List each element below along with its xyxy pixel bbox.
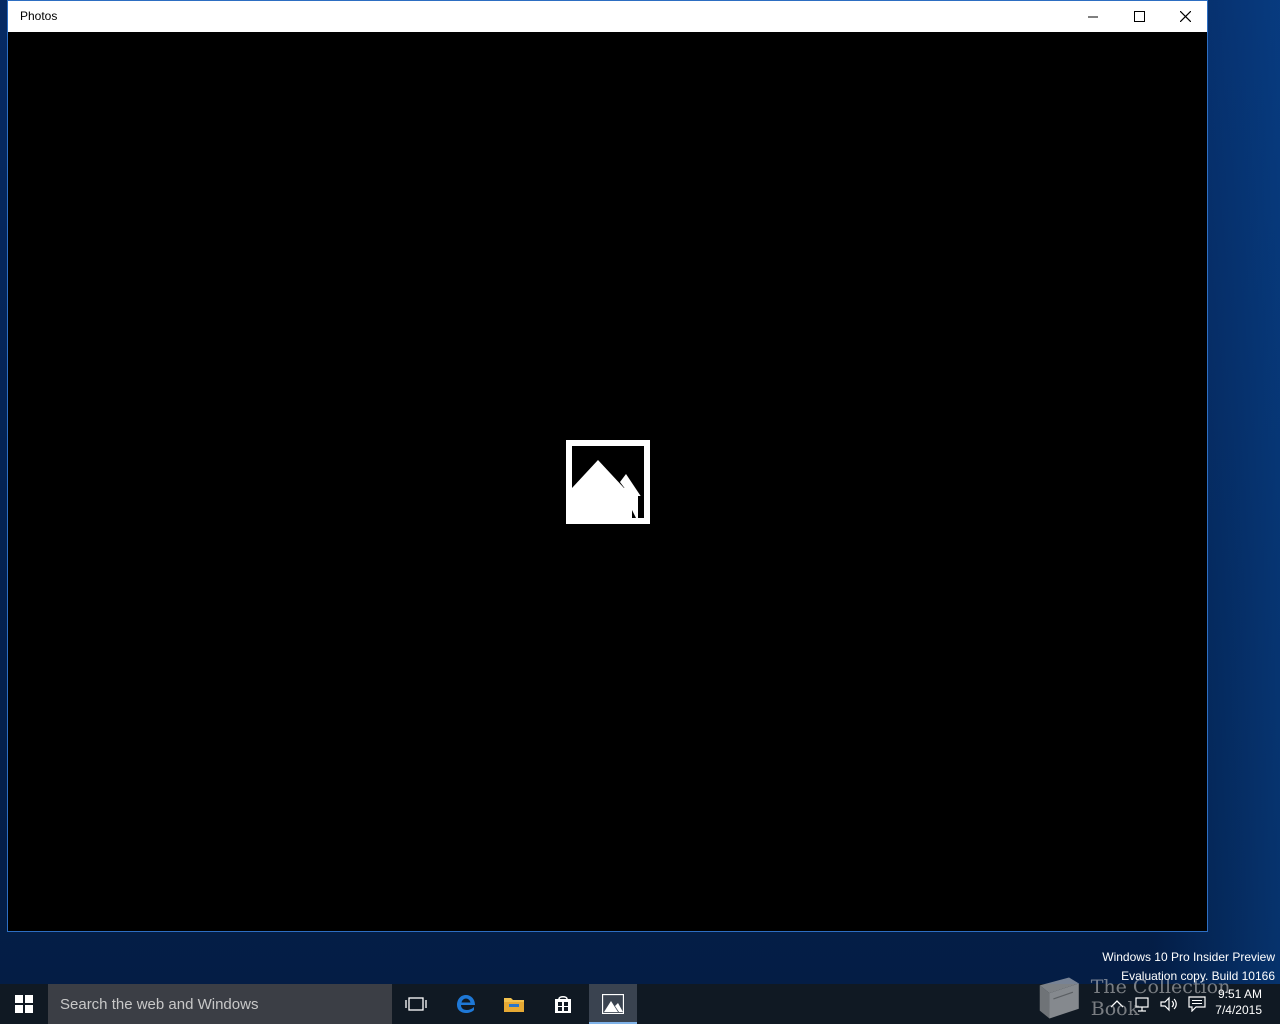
search-placeholder: Search the web and Windows — [60, 995, 259, 1013]
overlay-logo-text: The Collection Book — [1090, 976, 1231, 1020]
file-explorer-icon — [504, 998, 524, 1012]
photos-taskbar-button[interactable] — [589, 984, 637, 1024]
title-bar[interactable]: Photos — [8, 1, 1207, 32]
search-box[interactable]: Search the web and Windows — [48, 984, 392, 1024]
close-button[interactable] — [1162, 1, 1208, 32]
watermark-line-1: Windows 10 Pro Insider Preview — [1102, 950, 1275, 964]
start-button[interactable] — [0, 984, 48, 1024]
store-button[interactable] — [539, 984, 587, 1024]
task-view-icon — [405, 997, 427, 1011]
edge-taskbar-button[interactable] — [442, 984, 490, 1024]
photos-app-icon — [566, 440, 650, 524]
photos-window: Photos — [7, 0, 1208, 932]
maximize-button[interactable] — [1116, 1, 1162, 32]
overlay-logo: The Collection Book — [1030, 975, 1280, 1021]
photos-icon — [602, 994, 624, 1014]
minimize-icon — [1088, 16, 1098, 17]
edge-icon — [457, 995, 475, 1013]
maximize-icon — [1133, 11, 1145, 22]
windows-start-icon — [15, 995, 33, 1013]
close-icon — [1179, 11, 1191, 22]
task-view-button[interactable] — [392, 984, 440, 1024]
book-icon — [1039, 977, 1079, 1019]
minimize-button[interactable] — [1070, 1, 1116, 32]
window-title: Photos — [20, 9, 58, 23]
photo-viewer-area[interactable] — [8, 32, 1207, 931]
file-explorer-button[interactable] — [490, 984, 538, 1024]
store-icon — [555, 996, 571, 1013]
